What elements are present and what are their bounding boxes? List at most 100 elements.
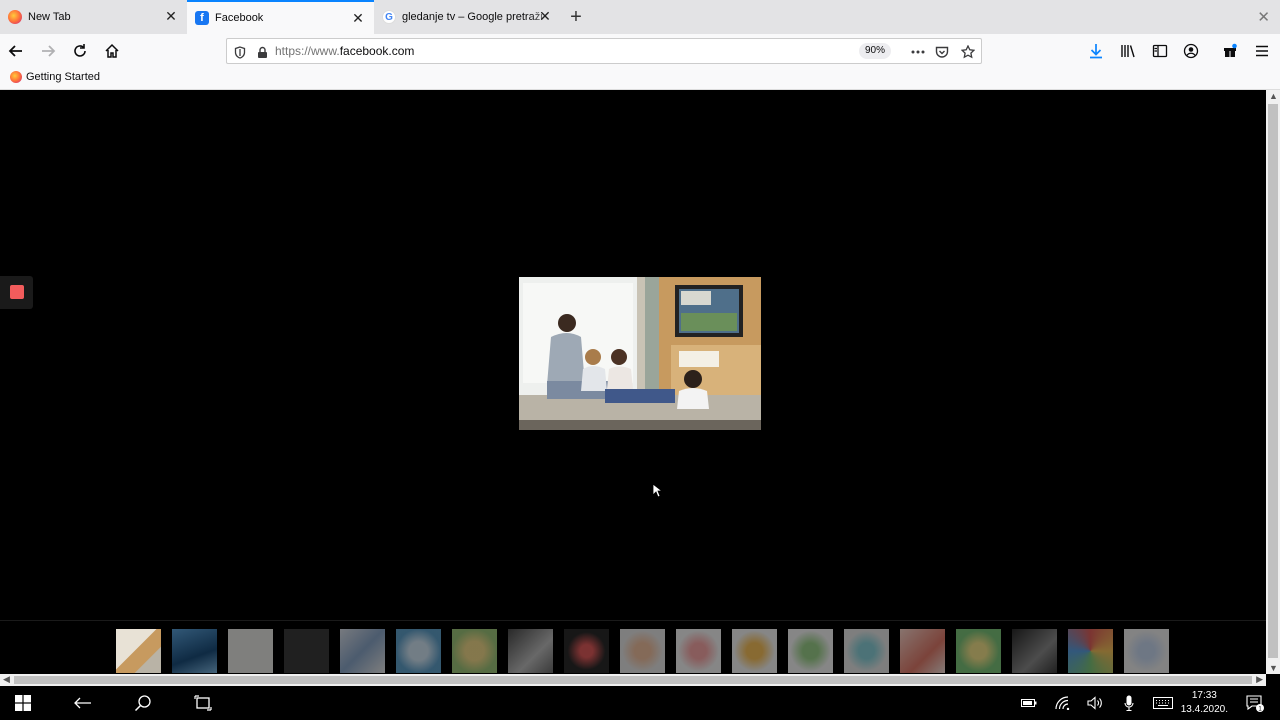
- stop-square-icon: [10, 285, 24, 299]
- navigation-toolbar: https://www.facebook.com 90%: [0, 34, 1280, 68]
- scroll-right-icon[interactable]: ▶: [1256, 674, 1263, 685]
- url-domain: facebook.com: [339, 44, 415, 58]
- main-photo[interactable]: [519, 277, 761, 430]
- forward-arrow-icon: [42, 45, 56, 57]
- window-close-button[interactable]: ✕: [1257, 8, 1270, 26]
- task-view-icon: [194, 695, 212, 711]
- url-text[interactable]: https://www.facebook.com: [275, 44, 414, 58]
- more-actions-icon[interactable]: [909, 43, 927, 61]
- horizontal-scroll-thumb[interactable]: [14, 676, 1252, 684]
- zoom-level-badge[interactable]: 90%: [858, 43, 891, 59]
- thumbnail[interactable]: [956, 629, 1001, 673]
- thumbnail[interactable]: [788, 629, 833, 673]
- tab-strip: New Tab ✕ f Facebook ✕ G gledanje tv – G…: [0, 0, 1280, 34]
- bookmarks-toolbar: Getting Started: [0, 68, 1280, 90]
- wifi-icon[interactable]: [1052, 686, 1074, 720]
- url-prefix: https://www.: [275, 44, 340, 58]
- account-icon: [1183, 43, 1199, 59]
- reload-icon: [74, 44, 86, 57]
- scroll-down-icon[interactable]: ▼: [1269, 663, 1278, 673]
- facebook-icon: f: [195, 11, 209, 25]
- thumbnail[interactable]: [508, 629, 553, 673]
- keyboard-icon[interactable]: [1150, 686, 1176, 720]
- thumbnail[interactable]: [676, 629, 721, 673]
- downloads-button[interactable]: [1084, 39, 1108, 63]
- reload-button[interactable]: [68, 39, 92, 63]
- close-icon[interactable]: ✕: [350, 10, 366, 26]
- hamburger-menu-icon: [1256, 45, 1268, 57]
- thumbnail[interactable]: [620, 629, 665, 673]
- sidebar-button[interactable]: [1148, 39, 1172, 63]
- new-tab-button[interactable]: +: [561, 0, 591, 34]
- close-icon[interactable]: ✕: [163, 8, 179, 24]
- thumbnail[interactable]: [900, 629, 945, 673]
- bookmark-label: Getting Started: [26, 71, 100, 83]
- thumbnail[interactable]: [844, 629, 889, 673]
- thumbnail[interactable]: [1012, 629, 1057, 673]
- vertical-scroll-thumb[interactable]: [1268, 104, 1278, 658]
- thumbnail[interactable]: [228, 629, 273, 673]
- forward-button[interactable]: [36, 39, 60, 63]
- library-button[interactable]: [1116, 39, 1140, 63]
- firefox-icon: [10, 71, 22, 83]
- url-bar[interactable]: https://www.facebook.com 90%: [226, 38, 982, 64]
- thumbnail[interactable]: [172, 629, 217, 673]
- thumbnail[interactable]: [732, 629, 777, 673]
- thumbnail[interactable]: [284, 629, 329, 673]
- thumbnail[interactable]: [1068, 629, 1113, 673]
- tab-google-search[interactable]: G gledanje tv – Google pretraži ✕: [374, 0, 561, 34]
- lock-icon[interactable]: [253, 43, 271, 61]
- thumbnail-strip: [0, 620, 1266, 674]
- close-icon[interactable]: ✕: [537, 8, 553, 24]
- back-button[interactable]: [4, 39, 28, 63]
- bookmark-star-icon[interactable]: [959, 43, 977, 61]
- back-arrow-icon: [8, 45, 22, 57]
- back-arrow-icon: [74, 697, 91, 709]
- scroll-up-icon[interactable]: ▲: [1269, 91, 1278, 101]
- scroll-left-icon[interactable]: ◀: [3, 674, 10, 685]
- menu-button[interactable]: [1250, 39, 1274, 63]
- thumbnail[interactable]: [564, 629, 609, 673]
- volume-icon[interactable]: [1084, 686, 1106, 720]
- home-icon: [105, 43, 119, 58]
- thumbnail[interactable]: [340, 629, 385, 673]
- start-button[interactable]: [0, 686, 46, 720]
- download-arrow-icon: [1090, 44, 1102, 59]
- microphone-icon[interactable]: [1118, 686, 1140, 720]
- side-panel-handle[interactable]: [0, 276, 33, 309]
- windows-taskbar: 17:33 13.4.2020. 1: [0, 686, 1280, 720]
- photo-viewer: [0, 90, 1266, 674]
- taskbar-back-button[interactable]: [64, 686, 102, 720]
- clock-time: 17:33: [1191, 690, 1217, 701]
- vertical-scrollbar[interactable]: ▲ ▼: [1266, 90, 1280, 674]
- clock-date: 13.4.2020.: [1180, 704, 1228, 715]
- bookmark-getting-started[interactable]: Getting Started: [10, 71, 100, 83]
- thumbnail[interactable]: [1124, 629, 1169, 673]
- action-center-button[interactable]: 1: [1240, 686, 1270, 720]
- sidebar-icon: [1152, 44, 1168, 58]
- family-watching-tv-photo: [519, 277, 761, 430]
- mouse-pointer-icon: [652, 483, 664, 501]
- library-icon: [1121, 45, 1135, 58]
- firefox-icon: [8, 10, 22, 24]
- shield-icon[interactable]: [231, 43, 249, 61]
- puzzle-gift-icon: [1224, 43, 1237, 57]
- thumbnail[interactable]: [452, 629, 497, 673]
- google-icon: G: [382, 10, 396, 24]
- thumbnail[interactable]: [116, 629, 161, 673]
- horizontal-scrollbar[interactable]: ◀ ▶: [0, 674, 1266, 686]
- account-button[interactable]: [1179, 39, 1203, 63]
- taskbar-search-button[interactable]: [124, 686, 162, 720]
- home-button[interactable]: [100, 39, 124, 63]
- pocket-icon[interactable]: [933, 43, 951, 61]
- task-view-button[interactable]: [184, 686, 222, 720]
- taskbar-clock[interactable]: 17:33 13.4.2020.: [1181, 689, 1228, 717]
- battery-icon[interactable]: [1018, 686, 1040, 720]
- notification-icon: 1: [1246, 695, 1264, 712]
- tab-new-tab[interactable]: New Tab ✕: [0, 0, 187, 34]
- thumbnail[interactable]: [396, 629, 441, 673]
- windows-logo-icon: [15, 695, 31, 711]
- extensions-button[interactable]: [1218, 39, 1242, 63]
- search-icon: [134, 695, 151, 712]
- tab-facebook[interactable]: f Facebook ✕: [187, 0, 374, 34]
